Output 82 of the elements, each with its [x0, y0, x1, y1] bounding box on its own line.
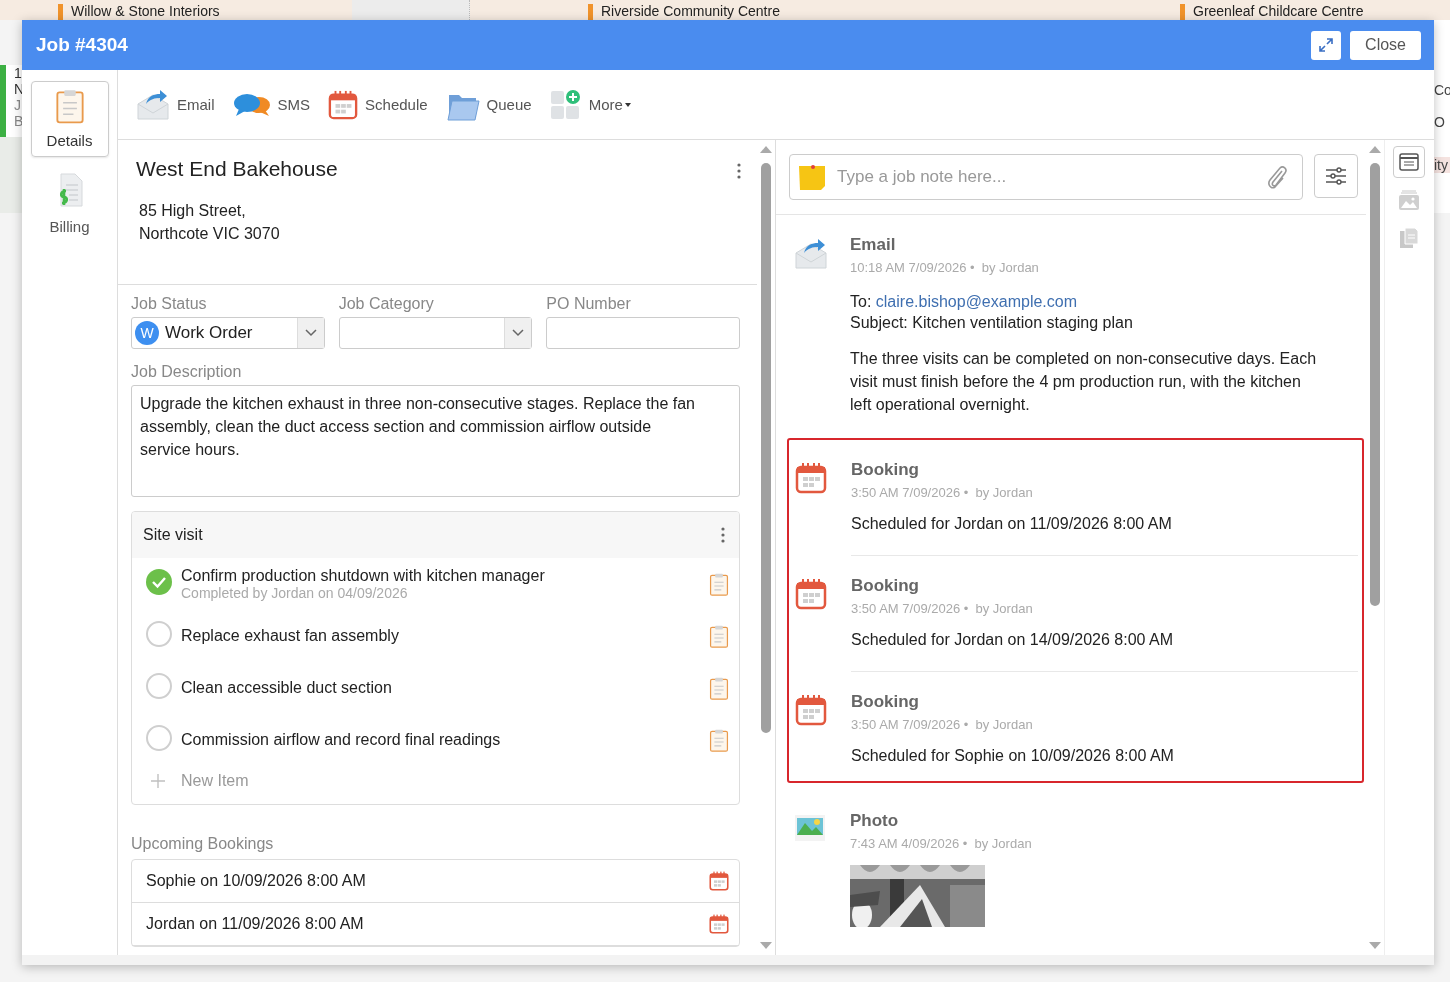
entry-title: Booking	[851, 692, 920, 712]
address-line: 85 High Street,	[139, 201, 247, 221]
checklist-item-text: Confirm production shutdown with kitchen manager	[181, 567, 546, 585]
calendar-icon	[328, 89, 359, 120]
envelope-icon	[794, 237, 828, 271]
status-badge: W	[135, 321, 159, 345]
landscape-photo-icon	[794, 813, 826, 843]
checklist-item-text: Replace exhaust fan assembly	[181, 627, 400, 645]
calendar-text: O	[1434, 114, 1446, 130]
tiles-plus-icon	[549, 88, 582, 121]
job-title: West End Bakehouse	[136, 157, 338, 181]
toolbar-button[interactable]: Schedule	[328, 89, 428, 120]
clipboard-icon	[709, 624, 729, 648]
calendar-icon	[709, 871, 729, 891]
calendar-icon	[795, 462, 827, 494]
sliders-icon	[1325, 166, 1347, 186]
calendar-icon	[709, 914, 729, 934]
calendar-icon	[795, 578, 827, 610]
image-stack-icon	[1397, 189, 1420, 211]
category-dropdown[interactable]	[338, 317, 533, 349]
checklist-title: Site visit	[143, 526, 203, 544]
window-title: Job #4304	[36, 34, 129, 56]
email-link[interactable]: claire.bishop@example.com	[875, 293, 1077, 310]
kebab-menu-icon[interactable]	[737, 163, 741, 179]
close-button[interactable]: Close	[1350, 30, 1421, 60]
section-label: Upcoming Bookings	[131, 835, 275, 853]
address-line: Northcote VIC 3070	[139, 224, 281, 244]
description-field[interactable]: Upgrade the kitchen exhaust in three non-consecutive stages. Replace the fan assembly, clean the duct access section and commission airflow outside service hours.	[131, 385, 740, 497]
kebab-menu-icon[interactable]	[721, 527, 725, 543]
email-body: The three visits can be completed on non-consecutive days. Each visit must finish before the 4 pm production run, with the kitchen left operational overnight.	[850, 349, 1318, 415]
checklist-item-text: Commission airflow and record final readings	[181, 731, 502, 749]
input-field[interactable]	[546, 317, 740, 349]
toolbar-button[interactable]: Queue	[445, 88, 532, 121]
entry-meta: 3:50 AM 7/09/2026 • by Jordan	[851, 717, 1034, 732]
chat-bubbles-icon	[232, 91, 271, 118]
field-label: PO Number	[546, 295, 632, 313]
booking-text: Scheduled for Jordan on 11/09/2026 8:00 AM	[851, 514, 1173, 534]
field-label: Job Description	[131, 363, 243, 381]
calendar-icon	[795, 694, 827, 726]
clipboard-icon	[54, 89, 85, 124]
envelope-icon	[136, 87, 170, 122]
toolbar-button[interactable]: Email	[136, 87, 215, 122]
sidebar-tab[interactable]: Details	[30, 81, 109, 157]
expand-button[interactable]	[1311, 30, 1342, 60]
clipboard-icon	[709, 728, 729, 752]
booking-row[interactable]: Jordan on 11/09/2026 8:00 AM	[132, 903, 739, 946]
entry-meta: 3:50 AM 7/09/2026 • by Jordan	[851, 601, 1034, 616]
entry-title: Email	[850, 235, 897, 255]
expand-icon	[1318, 37, 1335, 53]
entry-title: Booking	[851, 460, 920, 480]
notes-icon	[1398, 153, 1419, 171]
checklist-item-text: Clean accessible duct section	[181, 679, 393, 697]
field-label: Job Category	[338, 295, 435, 313]
entry-title: Photo	[850, 811, 900, 831]
recipient-line: To: claire.bishop@example.com	[850, 293, 1078, 311]
plus-icon	[151, 774, 165, 788]
sticky-note-icon	[797, 162, 827, 192]
toolbar-button[interactable]: SMS	[232, 91, 311, 118]
chevron-down-icon	[511, 328, 526, 338]
rail-button[interactable]	[1392, 146, 1425, 178]
booking-row[interactable]: Sophie on 10/09/2026 8:00 AM	[132, 860, 739, 903]
field-label: Job Status	[131, 295, 208, 313]
chevron-down-icon	[303, 328, 318, 338]
calendar-text: ity	[1434, 157, 1450, 173]
entry-meta: 7:43 AM 4/09/2026 • by Jordan	[850, 836, 1033, 851]
booking-text: Scheduled for Jordan on 14/09/2026 8:00 AM	[851, 630, 1174, 650]
filter-button[interactable]	[1314, 154, 1358, 198]
documents-icon	[1398, 227, 1419, 249]
toolbar-button[interactable]: More	[549, 88, 631, 121]
note-field[interactable]: Type a job note here...	[789, 154, 1303, 200]
clipboard-icon	[709, 572, 729, 596]
sidebar-tab[interactable]: Billing	[30, 165, 109, 241]
entry-meta: 3:50 AM 7/09/2026 • by Jordan	[851, 485, 1034, 500]
entry-meta: 10:18 AM 7/09/2026 • by Jordan	[850, 260, 1040, 275]
status-dropdown[interactable]: W Work Order	[131, 317, 325, 349]
caret-icon	[624, 102, 631, 107]
clipboard-icon	[709, 676, 729, 700]
entry-title: Booking	[851, 576, 920, 596]
email-subject: Subject: Kitchen ventilation staging plan	[850, 313, 1134, 333]
booking-text: Scheduled for Sophie on 10/09/2026 8:00 AM	[851, 746, 1175, 766]
paperclip-icon	[1265, 163, 1289, 191]
completion-note: Completed by Jordan on 04/09/2026	[181, 585, 409, 601]
